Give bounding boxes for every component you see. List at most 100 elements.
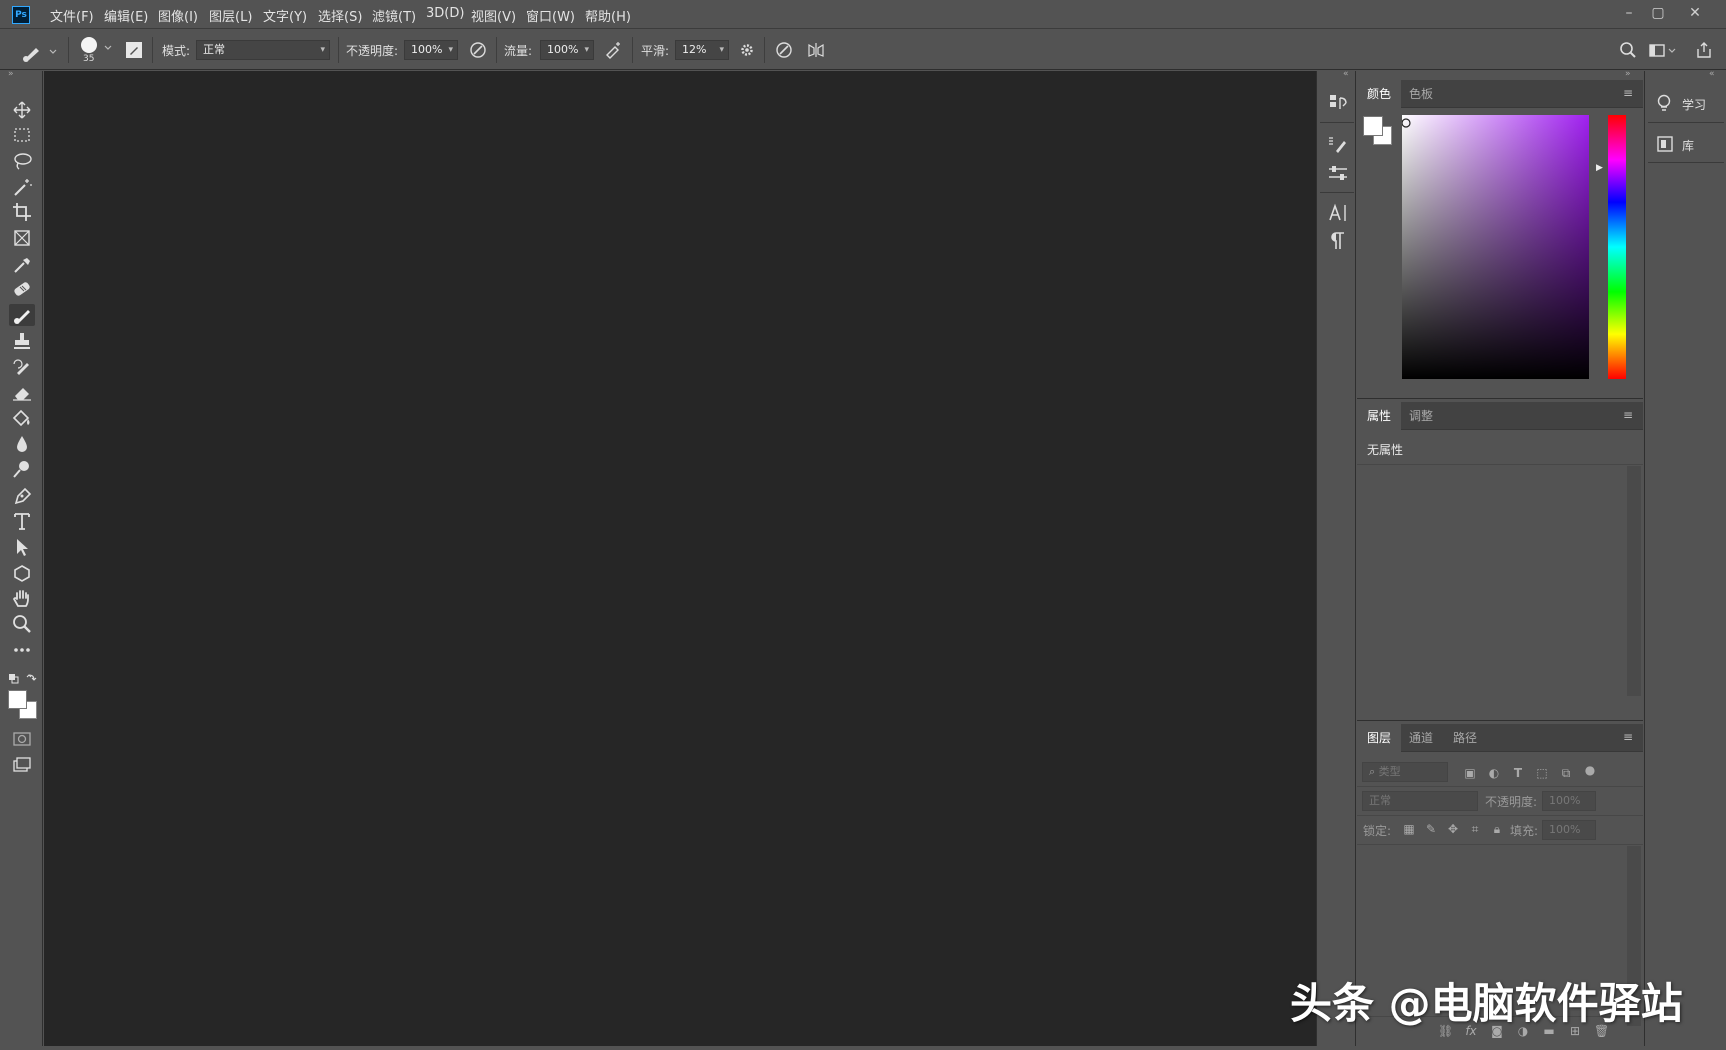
brush-settings-toggle[interactable] xyxy=(125,41,143,59)
eyedropper-tool-icon[interactable] xyxy=(9,253,35,275)
filter-pixel-icon[interactable]: ▣ xyxy=(1463,766,1477,780)
menu-view[interactable]: 视图(V) xyxy=(471,6,516,25)
eraser-tool-icon[interactable] xyxy=(9,381,35,403)
zoom-tool-icon[interactable] xyxy=(9,613,35,635)
smoothing-input[interactable]: 12% ▾ xyxy=(675,40,729,60)
hand-tool-icon[interactable] xyxy=(9,587,35,609)
minimize-button[interactable]: – xyxy=(1616,3,1642,23)
filter-shape-icon[interactable]: ⬚ xyxy=(1535,766,1549,780)
lightbulb-icon xyxy=(1657,94,1671,111)
character-panel-icon[interactable] xyxy=(1327,202,1349,224)
paragraph-panel-icon[interactable] xyxy=(1327,230,1349,252)
clone-stamp-tool-icon[interactable] xyxy=(9,330,35,352)
frame-tool-icon[interactable] xyxy=(9,227,35,249)
healing-brush-tool-icon[interactable] xyxy=(9,278,35,300)
libraries-panel-button[interactable]: 库 xyxy=(1652,133,1722,157)
blur-tool-icon[interactable] xyxy=(9,433,35,455)
lasso-tool-icon[interactable] xyxy=(9,150,35,172)
lock-image-icon[interactable]: ✎ xyxy=(1424,822,1438,836)
workspace-switcher-icon[interactable] xyxy=(1648,40,1678,60)
share-icon[interactable] xyxy=(1694,40,1714,60)
blend-mode-select[interactable]: 正常 xyxy=(1362,791,1478,811)
tab-layers[interactable]: 图层 xyxy=(1357,724,1402,752)
filter-toggle-icon[interactable]: ● xyxy=(1583,763,1597,777)
default-colors-swap[interactable] xyxy=(8,672,38,686)
pen-tool-icon[interactable] xyxy=(9,484,35,506)
menu-3d[interactable]: 3D(D) xyxy=(426,6,464,21)
lock-transparent-icon[interactable]: ▦ xyxy=(1402,822,1416,836)
menu-help[interactable]: 帮助(H) xyxy=(585,6,631,25)
lock-position-icon[interactable]: ✥ xyxy=(1446,822,1460,836)
collapse-right-dock-icon[interactable]: « xyxy=(1709,69,1715,79)
airbrush-icon[interactable] xyxy=(603,40,623,60)
magic-wand-tool-icon[interactable] xyxy=(9,176,35,198)
tab-adjustments[interactable]: 调整 xyxy=(1399,402,1443,430)
tab-channels[interactable]: 通道 xyxy=(1399,724,1443,752)
menu-image[interactable]: 图像(I) xyxy=(158,6,198,25)
menu-edit[interactable]: 编辑(E) xyxy=(104,6,148,25)
marquee-tool-icon[interactable] xyxy=(9,124,35,146)
lock-artboard-icon[interactable]: ⌗ xyxy=(1468,822,1482,836)
dodge-tool-icon[interactable] xyxy=(9,458,35,480)
lock-all-icon[interactable]: 🔒︎ xyxy=(1490,822,1504,836)
brush-panel-icon xyxy=(126,42,142,58)
filter-type-icon[interactable]: T xyxy=(1511,766,1525,780)
layer-filter-select[interactable]: ⌕ 类型 xyxy=(1362,762,1448,782)
filter-smart-object-icon[interactable]: ⧉ xyxy=(1559,766,1573,780)
brush-tool-icon[interactable] xyxy=(9,304,35,326)
menu-type[interactable]: 文字(Y) xyxy=(263,6,307,25)
collapse-toolbar-icon[interactable]: » xyxy=(8,69,14,79)
adjustments-panel-icon[interactable] xyxy=(1327,162,1349,184)
move-tool-icon[interactable] xyxy=(9,99,35,121)
search-icon[interactable] xyxy=(1618,40,1638,60)
menu-layer[interactable]: 图层(L) xyxy=(209,6,252,25)
panel-foreground-swatch[interactable] xyxy=(1363,116,1383,136)
panel-menu-icon[interactable]: ≡ xyxy=(1623,87,1635,99)
quick-mask-icon[interactable] xyxy=(9,728,35,750)
color-swatches[interactable] xyxy=(8,690,40,722)
tab-swatches[interactable]: 色板 xyxy=(1399,80,1443,108)
close-button[interactable]: ✕ xyxy=(1682,3,1708,23)
shape-tool-icon[interactable] xyxy=(9,562,35,584)
document-canvas[interactable] xyxy=(44,71,1316,1046)
crop-tool-icon[interactable] xyxy=(9,201,35,223)
pressure-size-icon[interactable] xyxy=(774,40,794,60)
menu-window[interactable]: 窗口(W) xyxy=(526,6,575,25)
menu-filter[interactable]: 滤镜(T) xyxy=(372,6,416,25)
maximize-button[interactable]: ▢ xyxy=(1645,3,1671,23)
properties-scrollbar[interactable] xyxy=(1627,466,1641,696)
flow-input[interactable]: 100% ▾ xyxy=(540,40,594,60)
filter-adjustment-icon[interactable]: ◐ xyxy=(1487,766,1501,780)
gear-icon[interactable] xyxy=(737,40,757,60)
menu-select[interactable]: 选择(S) xyxy=(318,6,362,25)
tab-properties[interactable]: 属性 xyxy=(1357,402,1402,430)
screen-mode-icon[interactable] xyxy=(9,754,35,776)
tab-paths[interactable]: 路径 xyxy=(1443,724,1487,752)
fill-input[interactable]: 100% xyxy=(1542,820,1596,840)
history-brush-tool-icon[interactable] xyxy=(9,356,35,378)
learn-panel-button[interactable]: 学习 xyxy=(1652,92,1722,116)
foreground-color-swatch[interactable] xyxy=(8,690,27,709)
symmetry-icon[interactable] xyxy=(806,40,826,60)
tool-preset-picker[interactable] xyxy=(18,38,62,64)
collapse-dock-icon[interactable]: « xyxy=(1343,69,1349,79)
opacity-input[interactable]: 100% ▾ xyxy=(404,40,458,60)
menu-file[interactable]: 文件(F) xyxy=(50,6,94,25)
brush-settings-panel-icon[interactable] xyxy=(1327,133,1349,155)
more-tools-icon[interactable] xyxy=(9,639,35,661)
history-panel-icon[interactable] xyxy=(1327,92,1349,114)
type-tool-icon[interactable] xyxy=(9,510,35,532)
panel-menu-icon[interactable]: ≡ xyxy=(1623,409,1635,421)
hue-slider[interactable] xyxy=(1608,115,1626,379)
layers-opacity-input[interactable]: 100% xyxy=(1542,791,1596,811)
path-selection-tool-icon[interactable] xyxy=(9,536,35,558)
paint-bucket-tool-icon[interactable] xyxy=(9,407,35,429)
mode-select[interactable]: 正常 ▾ xyxy=(196,40,330,60)
color-field[interactable] xyxy=(1402,115,1589,379)
panel-menu-icon[interactable]: ≡ xyxy=(1623,731,1635,743)
pressure-opacity-icon[interactable] xyxy=(468,40,488,60)
brush-size-picker[interactable]: 35 xyxy=(78,34,118,66)
collapse-panels-icon[interactable]: » xyxy=(1625,69,1631,79)
tab-color[interactable]: 颜色 xyxy=(1357,80,1402,108)
panel-color-swatches[interactable] xyxy=(1363,116,1393,146)
